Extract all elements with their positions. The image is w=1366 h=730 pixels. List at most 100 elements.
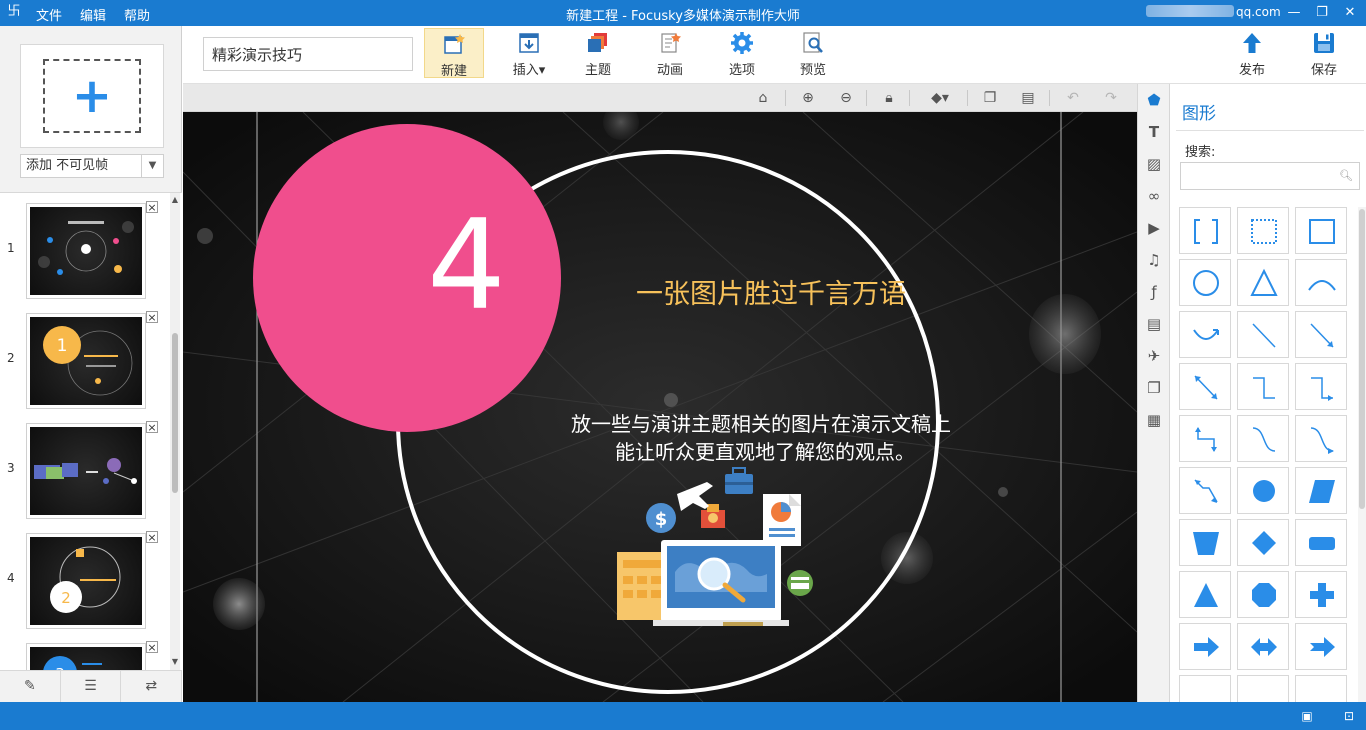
delete-frame-button[interactable]: × xyxy=(146,421,158,433)
shape-elbow-arrow[interactable] xyxy=(1295,363,1347,410)
shape-filled-triangle[interactable] xyxy=(1179,571,1231,618)
shape-arc-curve[interactable] xyxy=(1179,311,1231,358)
frame-item[interactable]: 2 1 × xyxy=(0,309,170,419)
scroll-up-icon[interactable]: ▲ xyxy=(170,195,180,207)
delete-frame-button[interactable]: × xyxy=(146,311,158,323)
close-button[interactable]: ✕ xyxy=(1336,0,1364,26)
text-icon[interactable]: T xyxy=(1144,122,1164,142)
scroll-thumb[interactable] xyxy=(1359,209,1365,509)
frame-thumbnail[interactable]: 3 xyxy=(26,643,146,670)
shape-filled-circle[interactable] xyxy=(1237,467,1289,514)
frame-list-scrollbar[interactable]: ▲ ▼ xyxy=(170,193,180,670)
shape-more[interactable] xyxy=(1295,675,1347,702)
shape-more[interactable] xyxy=(1179,675,1231,702)
scroll-thumb[interactable] xyxy=(172,333,178,493)
shape-search-input[interactable]: 🔍︎ xyxy=(1180,162,1360,190)
shape-dotted-rect[interactable] xyxy=(1237,207,1289,254)
save-button[interactable]: 保存 xyxy=(1294,28,1354,78)
shape-zigzag-arrow[interactable] xyxy=(1179,467,1231,514)
publish-button[interactable]: 发布 xyxy=(1222,28,1282,78)
shape-rect[interactable] xyxy=(1295,207,1347,254)
slide-body-line-2[interactable]: 能让听众更直观地了解您的观点。 xyxy=(615,436,915,465)
plane-icon[interactable]: ✈ xyxy=(1144,346,1164,366)
home-icon[interactable]: ⌂ xyxy=(753,88,773,108)
flash-icon[interactable]: ƒ xyxy=(1144,282,1164,302)
search-icon[interactable]: 🔍︎ xyxy=(1339,169,1353,182)
shape-elbow-double[interactable] xyxy=(1179,415,1231,462)
shape-trapezoid[interactable] xyxy=(1179,519,1231,566)
shape-double-arrow-line[interactable] xyxy=(1179,363,1231,410)
menu-help[interactable]: 帮助 xyxy=(124,5,150,24)
slide-heading[interactable]: 一张图片胜过千言万语 xyxy=(636,272,906,311)
music-icon[interactable]: ♫ xyxy=(1144,250,1164,270)
options-button[interactable]: 选项 xyxy=(712,28,772,78)
shape-curve-arrow[interactable] xyxy=(1295,415,1347,462)
link-icon[interactable]: ∞ xyxy=(1144,186,1164,206)
swap-icon[interactable]: ⇄ xyxy=(121,671,183,702)
shape-cross[interactable] xyxy=(1295,571,1347,618)
shape-circle[interactable] xyxy=(1179,259,1231,306)
shape-arrow-both[interactable] xyxy=(1237,623,1289,670)
frame-thumbnail[interactable]: 1 xyxy=(26,313,146,409)
project-name-input[interactable] xyxy=(203,37,413,71)
list-star-icon[interactable]: ☰ xyxy=(61,671,122,702)
shape-bracket[interactable] xyxy=(1179,207,1231,254)
unlock-icon[interactable]: ⊡ xyxy=(1340,707,1358,725)
slide-canvas[interactable]: $ 4 一张图片胜过千言万语 放一些与演讲主题相关的图片在演示文稿上 能让听众更… xyxy=(183,112,1137,702)
delete-frame-button[interactable]: × xyxy=(146,531,158,543)
frame-item[interactable]: 4 2 × xyxy=(0,529,170,639)
frame-item[interactable]: 3 × xyxy=(0,419,170,529)
delete-frame-button[interactable]: × xyxy=(146,201,158,213)
fill-color-icon[interactable]: ◆▾ xyxy=(923,88,957,108)
shape-rounded-rect[interactable] xyxy=(1295,519,1347,566)
frame-thumbnail[interactable] xyxy=(26,423,146,519)
shape-diamond[interactable] xyxy=(1237,519,1289,566)
shape-line[interactable] xyxy=(1237,311,1289,358)
scroll-down-icon[interactable]: ▼ xyxy=(170,657,180,669)
insert-button[interactable]: 插入▾ xyxy=(499,28,559,78)
copy-icon[interactable]: ❐ xyxy=(980,88,1000,108)
zoom-out-icon[interactable]: ⊖ xyxy=(836,88,856,108)
theme-button[interactable]: 主题 xyxy=(568,28,628,78)
slide-big-number[interactable]: 4 xyxy=(427,204,506,328)
image-icon[interactable]: ▨ xyxy=(1144,154,1164,174)
frame-item[interactable]: 1 × xyxy=(0,199,170,309)
shape-grid-scrollbar[interactable] xyxy=(1358,207,1366,702)
shape-arrow-right[interactable] xyxy=(1179,623,1231,670)
shape-curve[interactable] xyxy=(1237,415,1289,462)
minimize-button[interactable]: — xyxy=(1280,0,1308,26)
menu-edit[interactable]: 编辑 xyxy=(80,5,106,24)
delete-frame-button[interactable]: × xyxy=(146,641,158,653)
video-icon[interactable]: ▶ xyxy=(1144,218,1164,238)
add-frame-type-select[interactable]: 添加 不可见帧 ▼ xyxy=(20,154,164,178)
layout-icon[interactable]: ▦ xyxy=(1144,410,1164,430)
preview-button[interactable]: 预览 xyxy=(783,28,843,78)
edit-icon[interactable]: ✎ xyxy=(0,671,61,702)
shape-parallelogram[interactable] xyxy=(1295,467,1347,514)
zoom-in-icon[interactable]: ⊕ xyxy=(798,88,818,108)
shape-more[interactable] xyxy=(1237,675,1289,702)
paste-icon[interactable]: ▤ xyxy=(1018,88,1038,108)
shape-elbow[interactable] xyxy=(1237,363,1289,410)
shape-arrow-right-notched[interactable] xyxy=(1295,623,1347,670)
shape-arc[interactable] xyxy=(1295,259,1347,306)
add-frame-button[interactable]: + xyxy=(20,44,164,148)
slide-body-line-1[interactable]: 放一些与演讲主题相关的图片在演示文稿上 xyxy=(571,408,951,437)
redo-icon[interactable]: ↷ xyxy=(1101,88,1121,108)
new-button[interactable]: 新建 xyxy=(424,28,484,79)
present-icon[interactable]: ▣ xyxy=(1298,707,1316,725)
maximize-button[interactable]: ❐ xyxy=(1308,0,1336,26)
frame-thumbnail[interactable]: 2 xyxy=(26,533,146,629)
shape-arrow-line[interactable] xyxy=(1295,311,1347,358)
frame-item[interactable]: 3 × xyxy=(0,639,170,670)
chevron-down-icon[interactable]: ▼ xyxy=(141,155,163,177)
document-icon[interactable]: ▤ xyxy=(1144,314,1164,334)
shape-octagon[interactable] xyxy=(1237,571,1289,618)
layers-icon[interactable]: ❐ xyxy=(1144,378,1164,398)
shape-triangle[interactable] xyxy=(1237,259,1289,306)
account-label[interactable]: qq.com xyxy=(1146,5,1281,19)
undo-icon[interactable]: ↶ xyxy=(1063,88,1083,108)
shapes-icon[interactable]: ⬟ xyxy=(1144,90,1164,110)
frame-thumbnail[interactable] xyxy=(26,203,146,299)
menu-file[interactable]: 文件 xyxy=(36,5,62,24)
